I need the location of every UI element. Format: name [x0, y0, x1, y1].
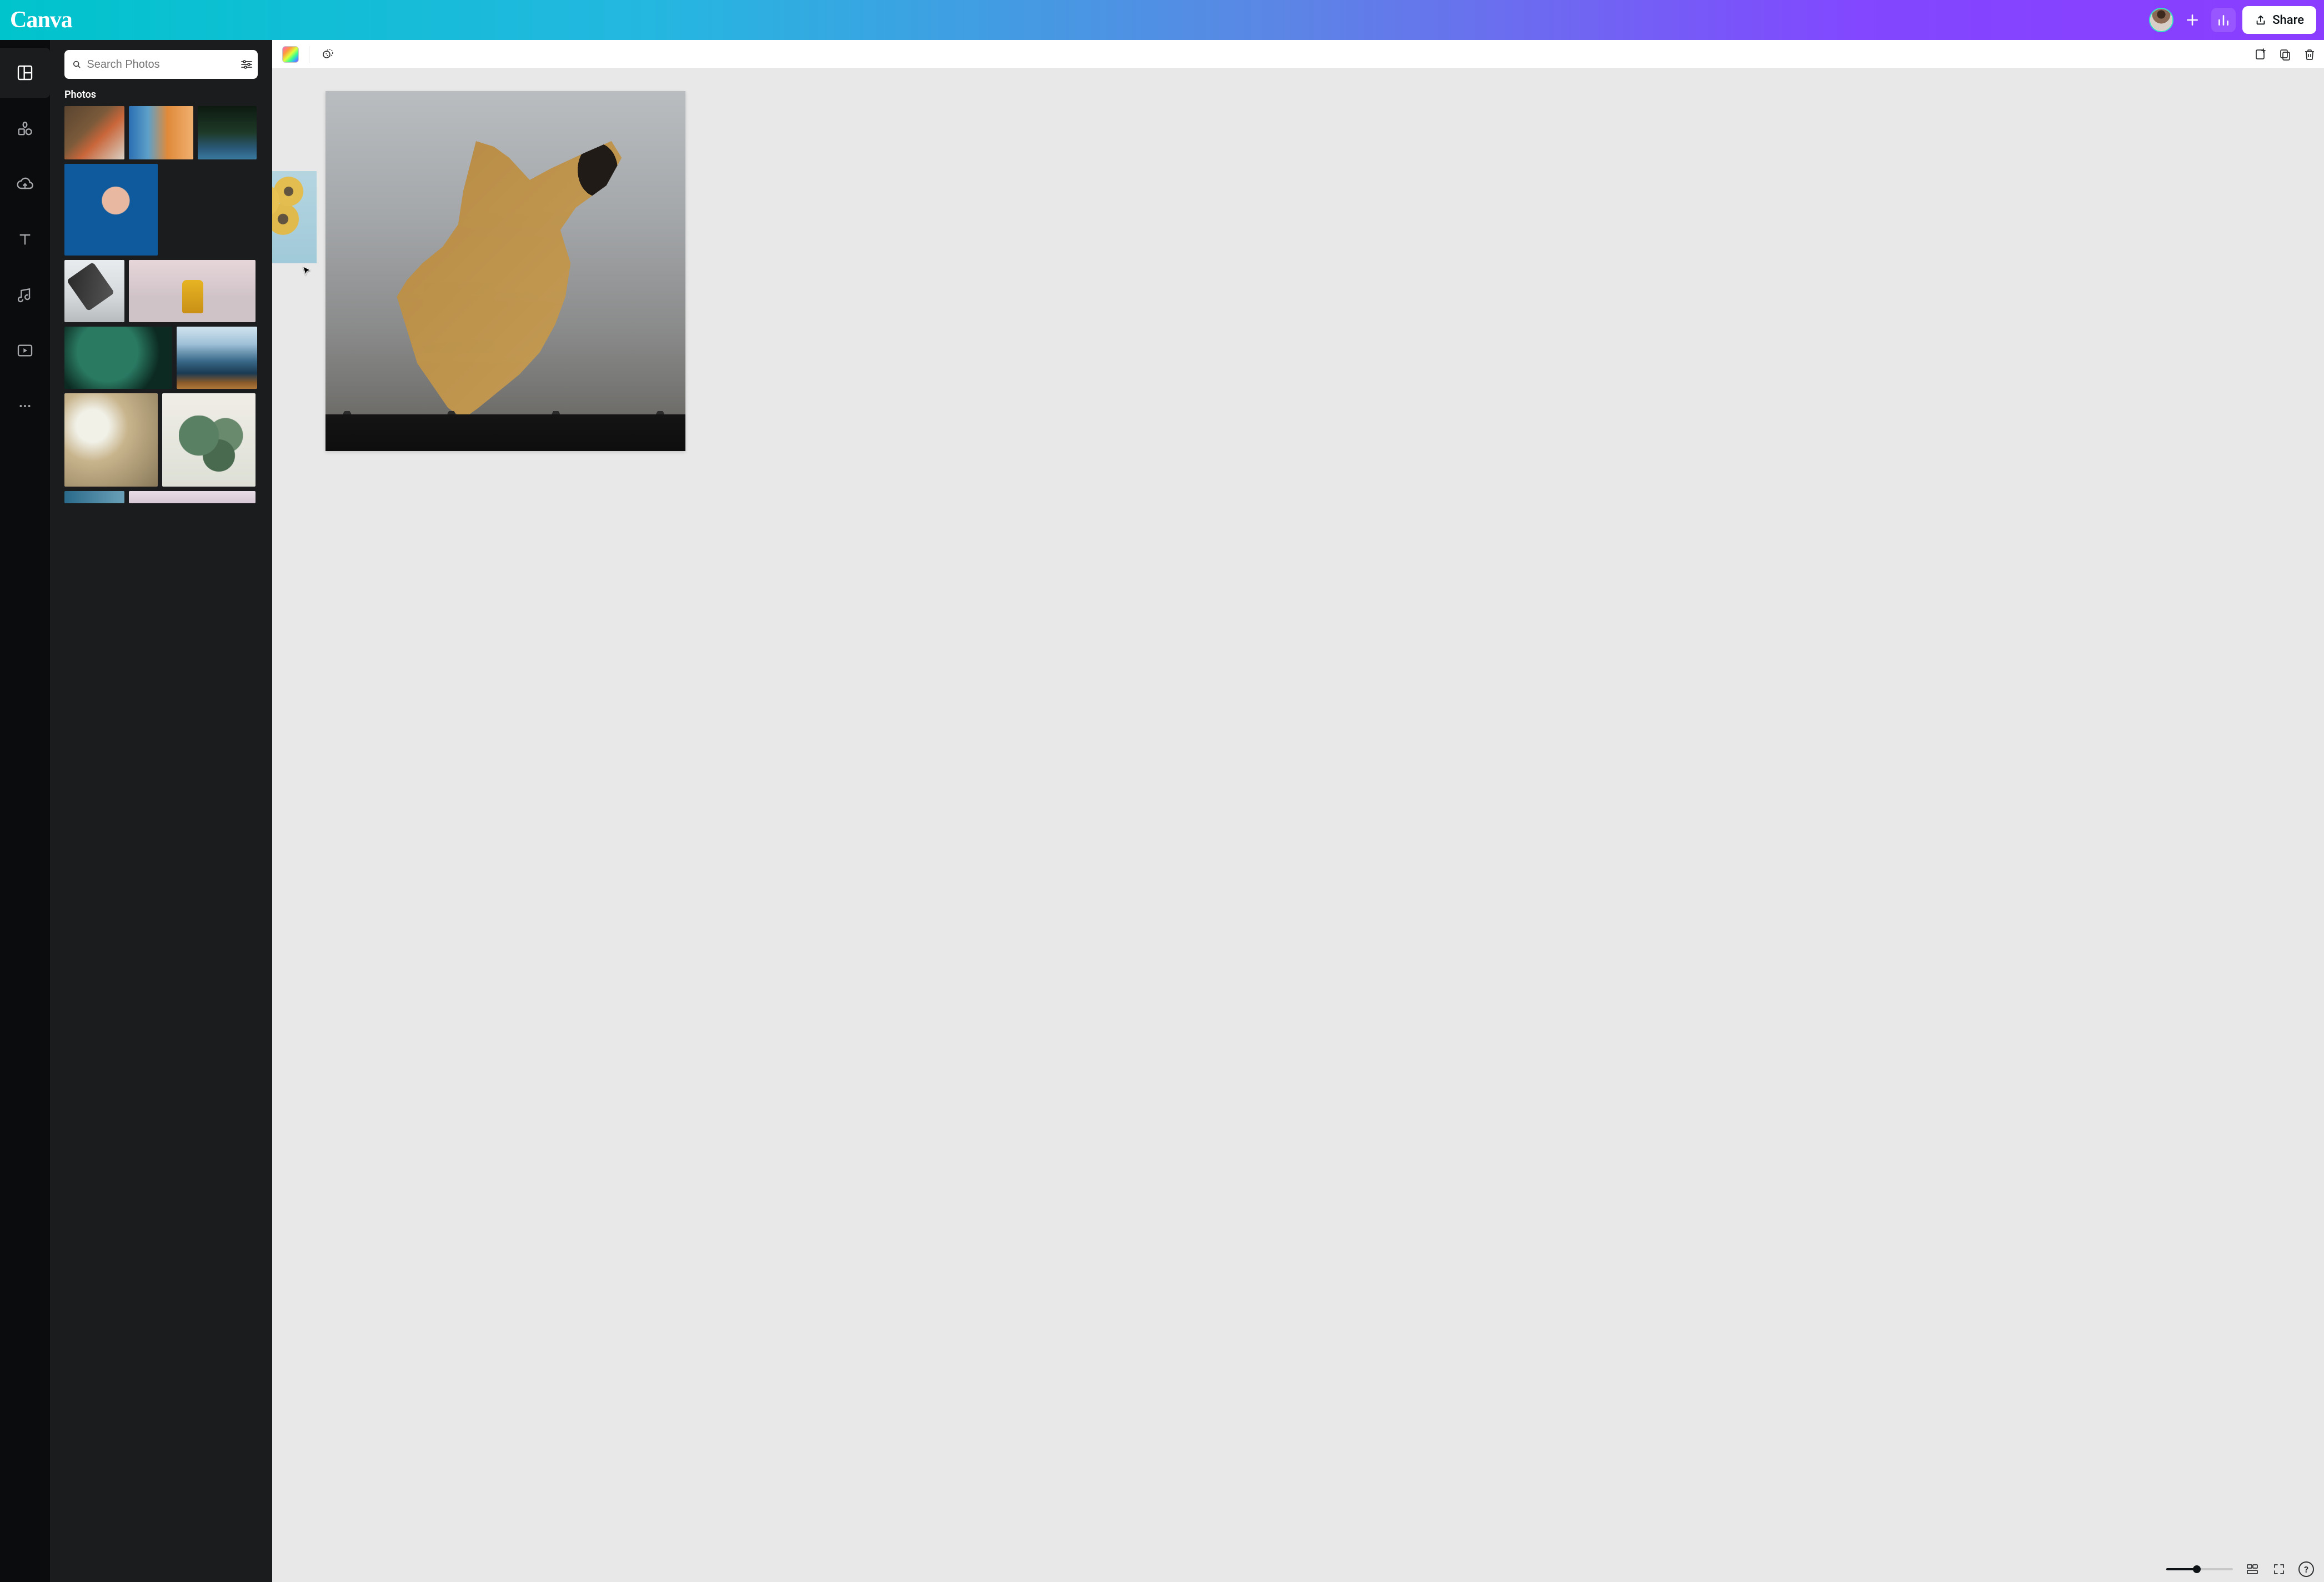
photos-panel: Photos [50, 40, 272, 1582]
user-avatar[interactable] [2149, 8, 2173, 32]
grid-view-icon [2246, 1563, 2259, 1576]
left-tool-rail [0, 40, 50, 1582]
rail-audio[interactable] [0, 270, 50, 320]
bar-chart-icon [2216, 13, 2231, 27]
transparency-icon [321, 48, 334, 61]
search-bar[interactable] [64, 50, 258, 79]
duplicate-page-button[interactable] [2278, 48, 2292, 61]
zoom-slider[interactable] [2166, 1568, 2233, 1570]
plus-icon [2185, 13, 2200, 27]
photo-grid [64, 106, 258, 503]
add-page-icon [2254, 48, 2267, 61]
header-actions: Share [2149, 6, 2316, 34]
photo-thumbnail[interactable] [64, 164, 158, 256]
upload-icon [2255, 14, 2267, 26]
context-right-group [2254, 48, 2316, 61]
mouse-cursor [301, 266, 313, 278]
sliders-icon [240, 58, 253, 71]
context-left-group [280, 46, 336, 63]
design-canvas[interactable] [325, 91, 685, 451]
main-area: Photos [0, 40, 2324, 1582]
rail-uploads[interactable] [0, 159, 50, 209]
photo-thumbnail[interactable] [64, 106, 124, 159]
video-play-icon [16, 342, 34, 359]
panel-section-title: Photos [64, 89, 258, 101]
analytics-button[interactable] [2211, 8, 2236, 32]
invite-button[interactable] [2180, 8, 2205, 32]
rail-templates[interactable] [0, 48, 50, 98]
photo-thumbnail-placeholder [162, 164, 256, 256]
avatar-image [2150, 9, 2172, 31]
zoom-slider-thumb[interactable] [2193, 1565, 2201, 1573]
app-header: Canva Share [0, 0, 2324, 40]
editor-footer: ? [272, 1556, 2324, 1582]
zoom-slider-fill [2166, 1568, 2197, 1570]
photo-thumbnail[interactable] [129, 106, 193, 159]
help-button[interactable]: ? [2298, 1561, 2314, 1577]
canvas-stage[interactable] [272, 69, 2324, 1556]
editor-context-toolbar [272, 40, 2324, 69]
canvas-column: ? [272, 40, 2324, 1582]
transparency-button[interactable] [319, 46, 336, 63]
music-note-icon [16, 286, 34, 304]
layout-icon [16, 64, 34, 82]
delete-page-button[interactable] [2303, 48, 2316, 61]
photo-thumbnail[interactable] [129, 260, 256, 322]
photo-thumbnail[interactable] [64, 260, 124, 322]
photo-thumbnail[interactable] [177, 327, 257, 389]
more-horizontal-icon [18, 399, 32, 413]
share-label: Share [2272, 13, 2304, 27]
grid-view-button[interactable] [2245, 1562, 2260, 1576]
search-input[interactable] [87, 58, 234, 71]
rail-more[interactable] [0, 381, 50, 431]
search-filter-button[interactable] [239, 54, 253, 74]
trash-icon [2303, 48, 2316, 61]
dragging-photo-ghost[interactable] [272, 171, 317, 263]
photo-thumbnail[interactable] [64, 393, 158, 487]
background-color-picker[interactable] [282, 46, 299, 63]
fullscreen-icon [2272, 1563, 2286, 1576]
rail-videos[interactable] [0, 326, 50, 376]
search-icon [72, 58, 81, 71]
text-icon [16, 231, 34, 248]
fullscreen-button[interactable] [2272, 1562, 2286, 1576]
duplicate-icon [2278, 48, 2292, 61]
photo-thumbnail[interactable] [64, 327, 172, 389]
canva-logo[interactable]: Canva [10, 7, 72, 33]
photo-thumbnail[interactable] [129, 491, 256, 503]
shapes-icon [16, 119, 34, 137]
share-button[interactable]: Share [2242, 6, 2316, 34]
cloud-upload-icon [16, 175, 34, 193]
photo-thumbnail[interactable] [64, 491, 124, 503]
rail-elements[interactable] [0, 103, 50, 153]
rail-text[interactable] [0, 214, 50, 264]
photo-thumbnail[interactable] [162, 393, 256, 487]
add-page-button[interactable] [2254, 48, 2267, 61]
question-mark-icon: ? [2304, 1564, 2308, 1575]
photo-thumbnail[interactable] [198, 106, 257, 159]
